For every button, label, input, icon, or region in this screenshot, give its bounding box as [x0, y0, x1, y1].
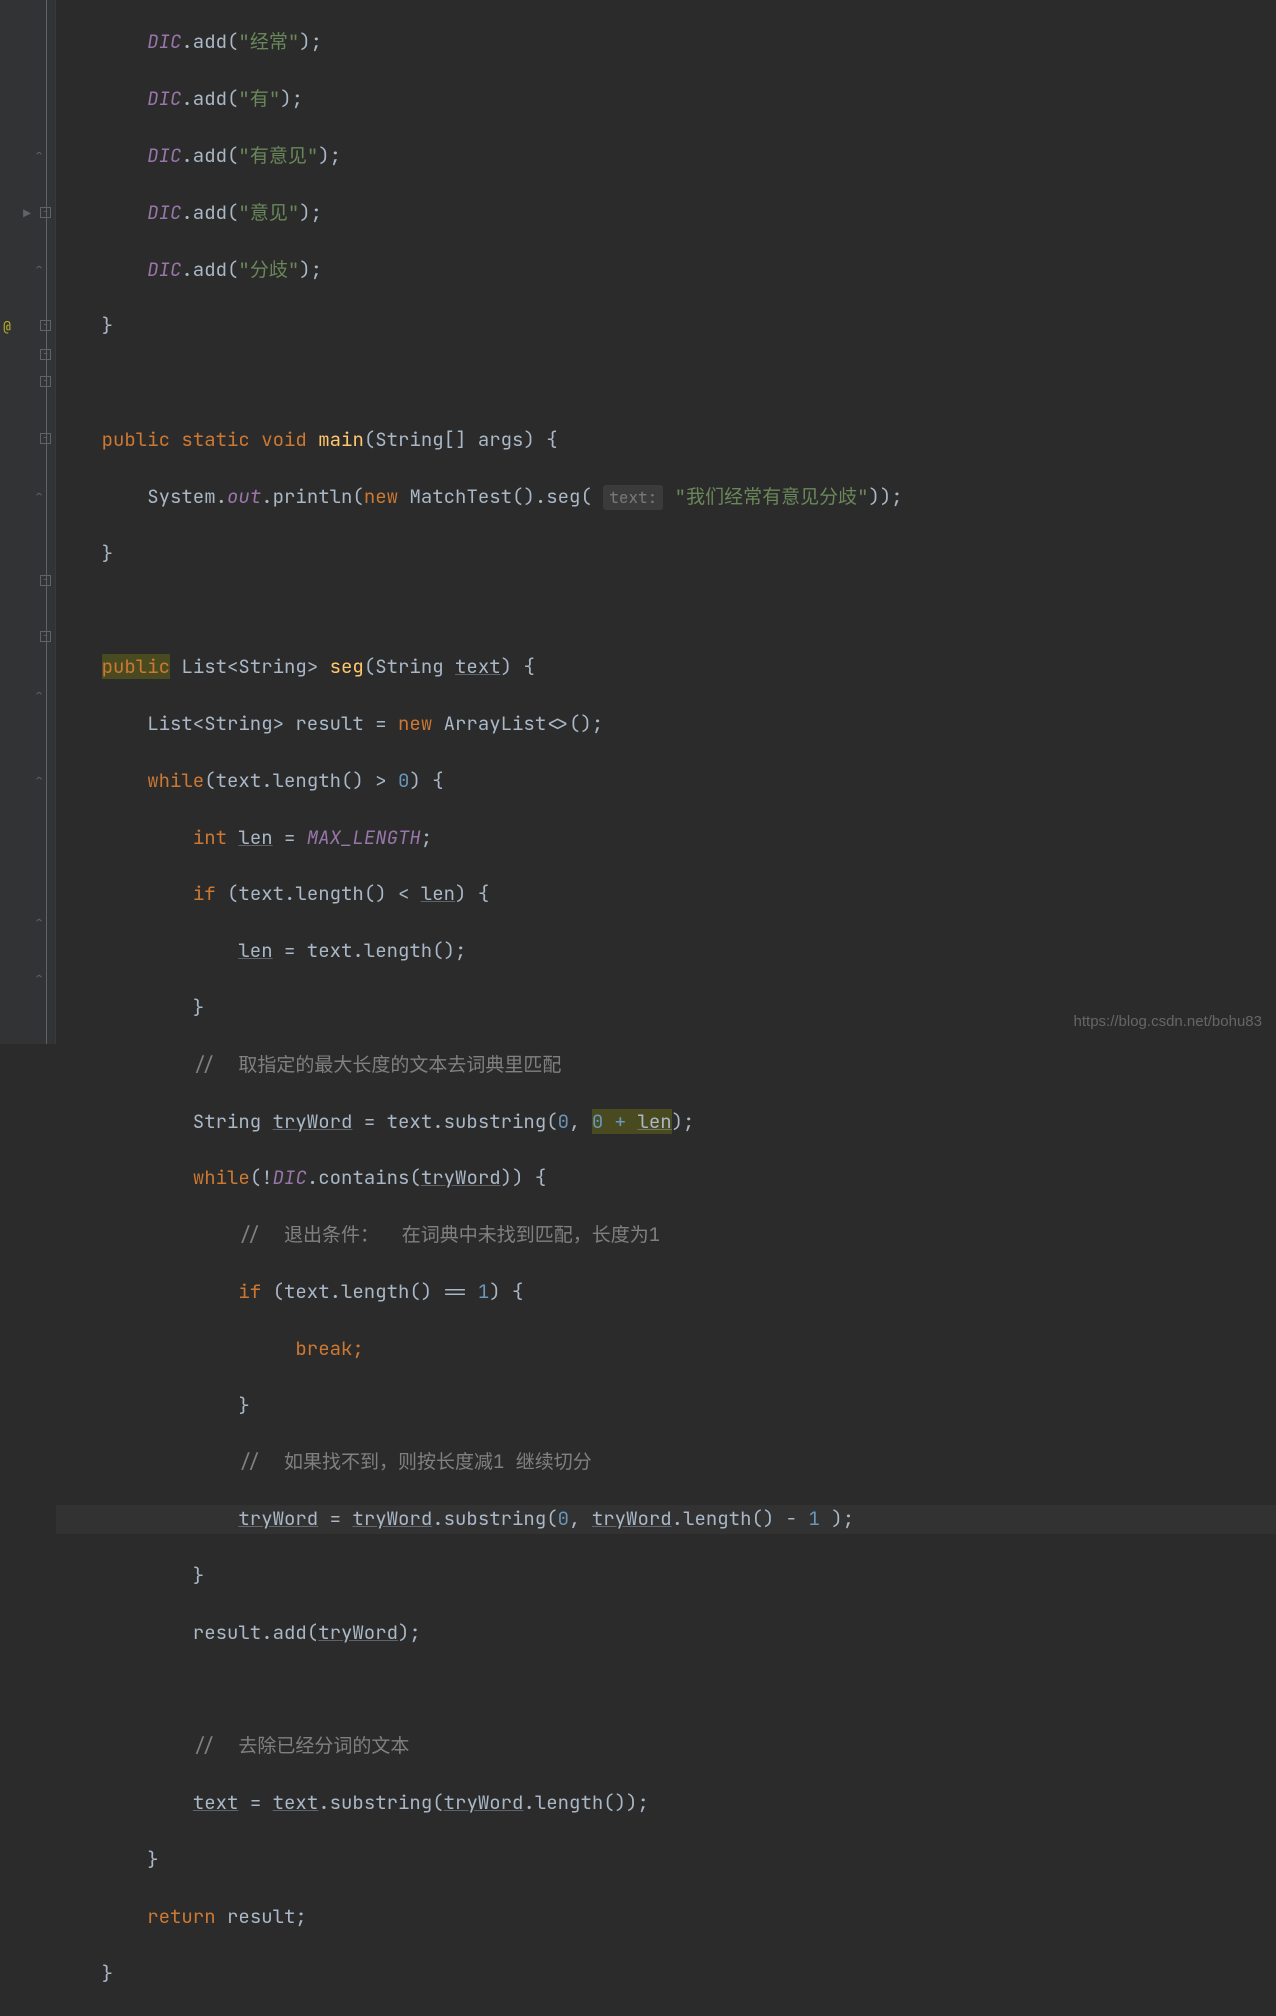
code-line: if (text.length() == 1) { — [56, 1278, 1276, 1306]
code-line: } — [56, 1392, 1276, 1420]
code-line: public static void main(String[] args) { — [56, 426, 1276, 454]
fold-toggle-icon[interactable]: − — [40, 631, 51, 642]
override-icon[interactable]: @ — [0, 320, 14, 334]
code-line — [56, 369, 1276, 397]
fold-end-icon[interactable]: ⌃ — [32, 148, 46, 162]
code-line: String tryWord = text.substring(0, 0 + l… — [56, 1108, 1276, 1136]
code-line — [56, 596, 1276, 624]
code-line: } — [56, 312, 1276, 340]
code-line: while(!DIC.contains(tryWord)) { — [56, 1164, 1276, 1192]
code-line: public List<String> seg(String text) { — [56, 653, 1276, 681]
code-line: if (text.length() < len) { — [56, 880, 1276, 908]
code-line: int len = MAX_LENGTH; — [56, 824, 1276, 852]
code-line: DIC.add("有"); — [56, 85, 1276, 113]
code-line: DIC.add("分歧"); — [56, 256, 1276, 284]
fold-toggle-icon[interactable]: − — [40, 320, 51, 331]
fold-end-icon[interactable]: ⌃ — [32, 915, 46, 929]
code-line-current: tryWord = tryWord.substring(0, tryWord.l… — [56, 1505, 1276, 1533]
fold-end-icon[interactable]: ⌃ — [32, 489, 46, 503]
fold-end-icon[interactable]: ⌃ — [32, 688, 46, 702]
fold-toggle-icon[interactable]: − — [40, 433, 51, 444]
code-line: } — [56, 1960, 1276, 1988]
code-line: DIC.add("经常"); — [56, 28, 1276, 56]
code-line: } — [56, 540, 1276, 568]
code-line: // 去除已经分词的文本 — [56, 1732, 1276, 1760]
code-line: List<String> result = new ArrayList<>(); — [56, 710, 1276, 738]
code-line: result.add(tryWord); — [56, 1619, 1276, 1647]
run-gutter-icon[interactable]: ▶ — [20, 207, 34, 221]
fold-end-icon[interactable]: ⌃ — [32, 971, 46, 985]
code-line: break; — [56, 1335, 1276, 1363]
code-line: System.out.println(new MatchTest().seg( … — [56, 483, 1276, 511]
fold-toggle-icon[interactable]: − — [40, 376, 51, 387]
gutter-vline — [46, 0, 47, 1044]
fold-toggle-icon[interactable]: − — [40, 349, 51, 360]
fold-end-icon[interactable]: ⌃ — [32, 773, 46, 787]
code-line: return result; — [56, 1903, 1276, 1931]
fold-end-icon[interactable]: ⌃ — [32, 262, 46, 276]
code-line: len = text.length(); — [56, 937, 1276, 965]
code-line: } — [56, 1846, 1276, 1874]
fold-toggle-icon[interactable]: − — [40, 575, 51, 586]
watermark-text: https://blog.csdn.net/bohu83 — [1074, 1008, 1262, 1036]
param-hint: text: — [603, 485, 663, 510]
code-line: // 退出条件： 在词典中未找到匹配，长度为1 — [56, 1221, 1276, 1249]
code-line: DIC.add("有意见"); — [56, 142, 1276, 170]
editor-gutter: ⌃ − ▶ ⌃ − @ − − − ⌃ − − ⌃ ⌃ ⌃ ⌃ — [0, 0, 56, 1044]
code-line: } — [56, 1562, 1276, 1590]
code-line: // 取指定的最大长度的文本去词典里匹配 — [56, 1051, 1276, 1079]
code-line: text = text.substring(tryWord.length()); — [56, 1789, 1276, 1817]
code-line: while(text.length() > 0) { — [56, 767, 1276, 795]
code-line: DIC.add("意见"); — [56, 199, 1276, 227]
code-line: // 如果找不到，则按长度减1 继续切分 — [56, 1448, 1276, 1476]
fold-toggle-icon[interactable]: − — [40, 207, 51, 218]
code-line — [56, 1676, 1276, 1704]
